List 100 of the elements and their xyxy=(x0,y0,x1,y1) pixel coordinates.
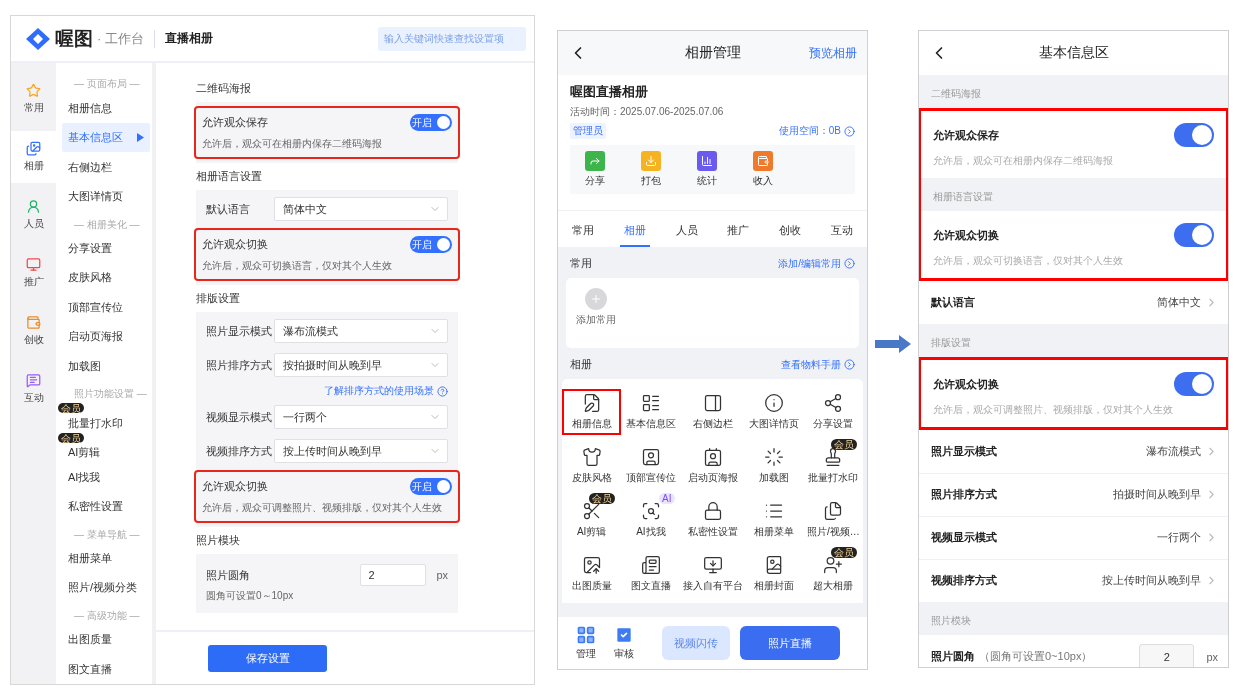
toggle-switch[interactable]: 开启 xyxy=(410,114,452,131)
setting-label: 默认语言 xyxy=(206,201,251,217)
menu-item[interactable]: 图文直播 xyxy=(62,654,150,684)
toggle-switch[interactable] xyxy=(1174,223,1214,247)
tool-item[interactable]: 皮肤风格 xyxy=(562,443,622,489)
rail-tab[interactable]: 人员 xyxy=(11,189,56,241)
help-link[interactable]: 了解排序方式的使用场景 xyxy=(324,384,434,398)
nav-button[interactable]: 管理 xyxy=(576,625,596,661)
screen-title: 基本信息区 xyxy=(1038,44,1109,62)
article-icon xyxy=(640,555,661,575)
menu-item[interactable]: AI剪辑 xyxy=(62,442,150,463)
toggle-switch[interactable]: 开启 xyxy=(410,478,452,495)
setting-label: 允许观众切换 xyxy=(933,376,999,392)
tool-item[interactable]: 顶部宣传位 xyxy=(621,443,681,489)
menu-item[interactable]: AI找我 xyxy=(62,462,150,492)
menu-item[interactable]: 私密性设置 xyxy=(62,491,150,522)
setting-value[interactable]: 瀑布流模式 xyxy=(1146,444,1201,459)
tool-item[interactable]: 相册信息 xyxy=(562,389,622,435)
manual-link[interactable]: 查看物料手册 xyxy=(781,357,855,372)
menu-item[interactable]: 基本信息区 xyxy=(62,122,150,153)
quick-action[interactable]: 收入 xyxy=(748,151,778,188)
menu-item[interactable]: 照片/视频分类 xyxy=(62,573,150,603)
setting-hint: 允许后，观众可切换语言，仅对其个人生效 xyxy=(933,254,1124,268)
tool-item[interactable]: 大图详情页 xyxy=(744,389,804,435)
select-field[interactable]: 简体中文 xyxy=(274,197,448,221)
category-tab[interactable]: 人员 xyxy=(671,211,702,247)
setting-value[interactable]: 拍摄时间从晚到早 xyxy=(1113,487,1201,502)
star-icon xyxy=(26,83,41,98)
portrait-icon xyxy=(640,447,661,467)
nav-button[interactable]: 审核 xyxy=(614,625,634,661)
toggle-switch[interactable] xyxy=(1174,123,1214,147)
storage-link[interactable]: 使用空间：0B xyxy=(778,124,855,138)
quick-action[interactable]: 统计 xyxy=(692,151,722,188)
setting-label: 允许观众保存 xyxy=(933,127,999,143)
tool-item[interactable]: 照片/视频… xyxy=(803,497,863,543)
setting-hint: 允许后，观众可调整照片、视频排版，仅对其个人生效 xyxy=(933,403,1174,417)
number-field[interactable]: 2 xyxy=(1139,643,1195,667)
tool-item[interactable]: 启动页海报 xyxy=(680,443,745,489)
menu-item[interactable]: 批量打水印 xyxy=(62,413,150,433)
number-field[interactable]: 2 xyxy=(360,564,427,586)
rail-tab[interactable]: 相册 xyxy=(11,131,56,183)
setting-label: 照片圆角 xyxy=(206,567,250,583)
setting-value[interactable]: 一行两个 xyxy=(1157,530,1201,545)
member-badge: 会员 xyxy=(58,432,84,443)
search-field[interactable]: 输入关键词快速查找设置项 xyxy=(378,26,526,51)
save-button[interactable]: 保存设置 xyxy=(208,644,327,672)
menu-heading: — 相册美化 — xyxy=(73,217,141,232)
setting-label: 视频排序方式 xyxy=(206,443,272,459)
menu-item[interactable]: 加载图 xyxy=(62,351,150,382)
menu-item[interactable]: 右侧边栏 xyxy=(62,152,150,182)
category-tab[interactable]: 创收 xyxy=(775,211,806,247)
role-tag: 管理员 xyxy=(570,123,606,139)
menu-item[interactable]: 大图详情页 xyxy=(62,181,150,212)
setting-value[interactable]: 按上传时间从晚到早 xyxy=(1102,573,1201,588)
setting-label: 视频显示模式 xyxy=(206,409,272,425)
setting-value[interactable]: 简体中文 xyxy=(1157,295,1201,310)
tool-item[interactable]: 加载图 xyxy=(744,443,804,489)
toggle-switch[interactable] xyxy=(1174,372,1214,396)
select-field[interactable]: 按拍摄时间从晚到早 xyxy=(274,353,448,377)
menu-heading: 照片功能设置 — xyxy=(73,387,148,402)
select-field[interactable]: 瀑布流模式 xyxy=(274,319,448,343)
page-title: 直播相册 xyxy=(164,30,213,47)
toggle-switch[interactable]: 开启 xyxy=(410,236,452,253)
category-tab[interactable]: 互动 xyxy=(827,211,857,247)
tool-item[interactable]: 出图质量 xyxy=(562,551,622,597)
menu-item[interactable]: 相册信息 xyxy=(62,93,150,123)
quick-action[interactable]: 分享 xyxy=(580,151,610,188)
unit-label: px xyxy=(436,569,448,581)
rail-tab[interactable]: 推广 xyxy=(11,247,56,299)
tool-item[interactable]: 相册封面 xyxy=(744,551,804,597)
photo-live-button[interactable]: 照片直播 xyxy=(740,626,840,660)
tool-item[interactable]: 图文直播 xyxy=(621,551,681,597)
tool-item[interactable]: 接入自有平台 xyxy=(680,551,745,597)
rail-tab[interactable]: 常用 xyxy=(11,73,56,125)
help-icon xyxy=(437,385,448,397)
tool-item[interactable]: 相册菜单 xyxy=(744,497,804,543)
menu-item[interactable]: 启动页海报 xyxy=(62,322,150,352)
chevron-circle-icon xyxy=(844,125,855,137)
monitor-download-icon xyxy=(702,555,723,575)
add-favorite-button[interactable]: 添加常用 xyxy=(576,288,616,327)
select-field[interactable]: 一行两个 xyxy=(274,405,448,429)
menu-item[interactable]: 分享设置 xyxy=(62,233,150,264)
menu-item[interactable]: 皮肤风格 xyxy=(62,263,150,293)
menu-item[interactable]: 出图质量 xyxy=(62,625,150,655)
tool-item[interactable]: 分享设置 xyxy=(803,389,863,435)
edit-favorites-link[interactable]: 添加/编辑常用 xyxy=(778,256,855,271)
menu-item[interactable]: 顶部宣传位 xyxy=(62,292,150,323)
category-tab[interactable]: 常用 xyxy=(568,211,598,247)
preview-link[interactable]: 预览相册 xyxy=(809,44,857,62)
tool-item[interactable]: 私密性设置 xyxy=(680,497,745,543)
tool-item[interactable]: 基本信息区 xyxy=(621,389,681,435)
select-field[interactable]: 按上传时间从晚到早 xyxy=(274,439,448,463)
rail-tab[interactable]: 创收 xyxy=(11,305,56,357)
menu-item[interactable]: 相册菜单 xyxy=(62,543,150,574)
category-tab[interactable]: 推广 xyxy=(723,211,754,247)
quick-action[interactable]: 打包 xyxy=(636,151,666,188)
setting-hint: 允许后，观众可在相册内保存二维码海报 xyxy=(202,137,383,151)
setting-hint: 允许后，观众可在相册内保存二维码海报 xyxy=(933,154,1114,168)
tool-item[interactable]: 右侧边栏 xyxy=(680,389,745,435)
rail-tab[interactable]: 互动 xyxy=(11,363,56,415)
